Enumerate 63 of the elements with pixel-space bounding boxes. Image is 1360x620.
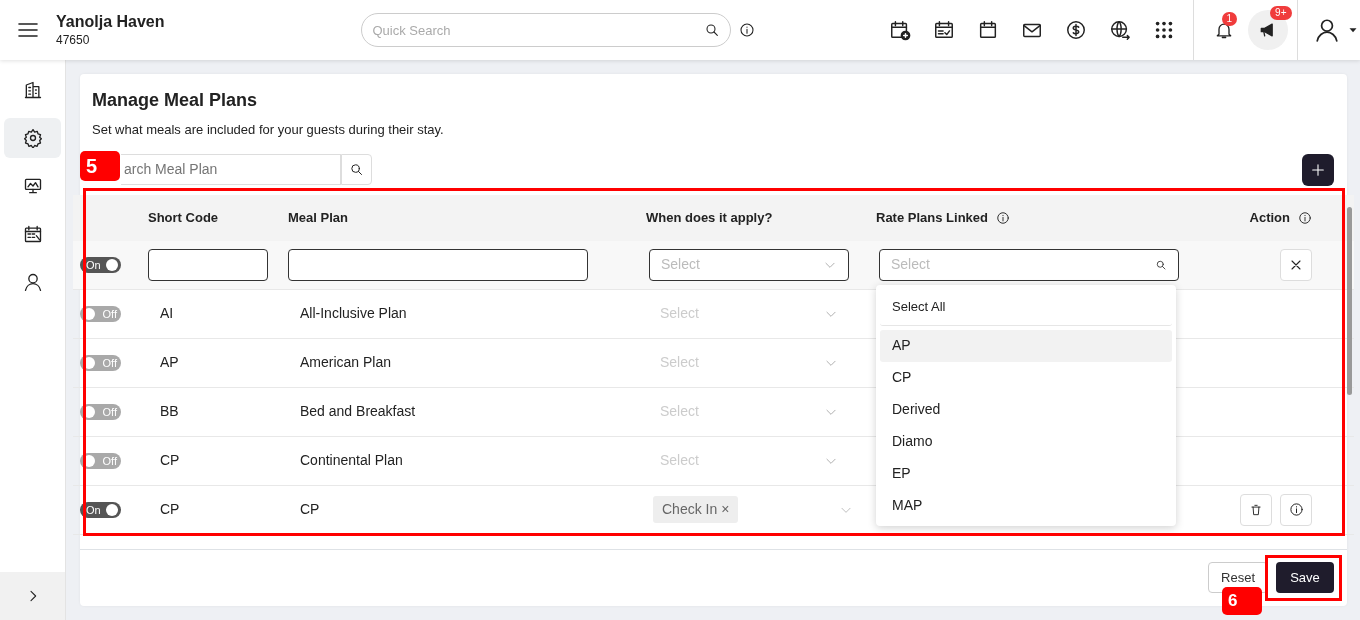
calendar-icon [22,224,43,244]
remove-tag-button[interactable]: × [721,499,730,520]
plus-icon [1310,161,1326,178]
trash-icon [1249,502,1263,517]
user-icon [1313,17,1340,43]
hotel-id: 47650 [56,31,91,49]
table-cell-text: Continental Plan [299,451,404,470]
announcement-count: 9+ [1270,6,1292,20]
table-cell-text: AI [159,304,175,323]
globe-icon[interactable] [1108,19,1131,41]
column-header: Rate Plans Linked [876,208,988,227]
info-icon [1288,502,1304,517]
table-cell-text: CP [299,500,321,519]
dollar-icon[interactable] [1064,19,1087,41]
add-button[interactable] [1302,153,1334,186]
search-icon [349,162,364,177]
meal-plan-input[interactable] [288,248,588,281]
notification-count: 1 [1221,12,1238,26]
quick-search-field[interactable]: Quick Search [360,13,731,47]
table-cell-text: BB [159,402,180,421]
table-cell-text: CP [159,500,181,519]
search-button[interactable] [341,154,372,185]
meal-plan-search-field[interactable]: arch Meal Plan [121,154,341,185]
page-subtitle: Set what meals are included for your guests during their stay. [92,121,445,139]
table-cell-text: CP [159,451,181,470]
table-cell-text: American Plan [299,353,393,372]
dropdown-option[interactable]: CP [880,361,1172,394]
dropdown-option[interactable]: MAP [880,489,1172,522]
info-icon [996,210,1010,225]
monitor-icon [22,176,43,196]
hotel-name: Yanolja Haven [56,11,165,31]
column-header: When does it apply? [646,208,773,227]
info-icon [1298,210,1312,225]
column-header: Meal Plan [288,208,348,227]
calendar-check-icon[interactable] [932,19,955,41]
tag-label: Check In [662,500,718,519]
table-cell-text: AP [159,353,180,372]
column-header: Short Code [148,208,219,227]
dropdown-option[interactable]: Derived [880,393,1172,426]
toggle-switch[interactable]: On [80,501,121,518]
calendar-plus-icon[interactable] [888,19,911,41]
step-number: 5 [80,151,120,181]
delete-button[interactable] [1240,493,1272,526]
building-icon [22,80,43,100]
page-title: Manage Meal Plans [92,89,259,112]
info-button[interactable] [1280,493,1312,526]
info-icon [738,22,755,38]
dropdown-option[interactable]: Select All [880,288,1172,326]
search-icon [703,22,720,38]
column-header: Action [1249,208,1290,227]
settings-icon [22,128,43,148]
dropdown-option[interactable]: EP [880,457,1172,490]
save-button[interactable]: Save [1276,562,1334,594]
table-cell-text: Bed and Breakfast [299,402,417,421]
search-icon [1155,258,1167,271]
short-code-input[interactable] [148,248,268,281]
user-icon [22,272,43,292]
dropdown-option[interactable]: Diamo [880,425,1172,458]
sidebar-item[interactable] [4,118,61,158]
step-number: 6 [1222,587,1262,615]
table-cell-text: All-Inclusive Plan [299,304,408,323]
dropdown-option[interactable]: AP [880,329,1172,362]
toggle-switch[interactable]: On [80,256,121,273]
